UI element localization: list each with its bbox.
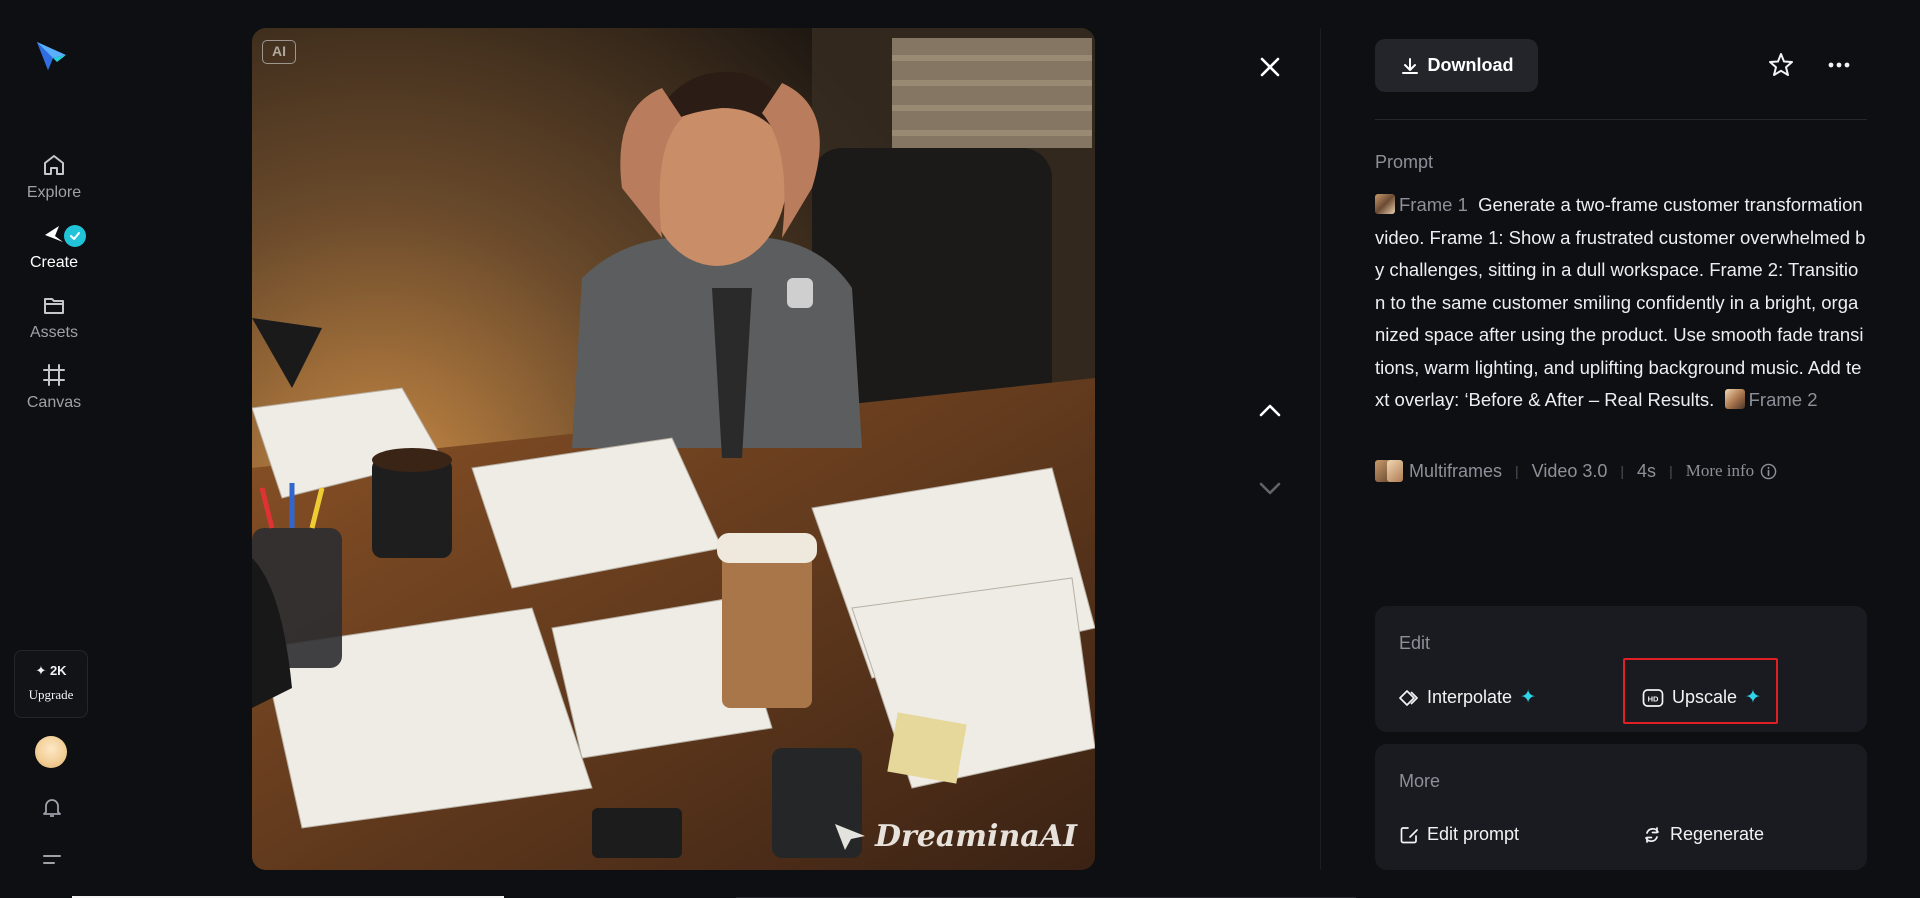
download-icon bbox=[1401, 57, 1418, 74]
chevron-down-icon[interactable] bbox=[1257, 478, 1283, 500]
prompt-title: Prompt bbox=[1375, 152, 1434, 172]
left-sidebar: Explore Create Assets Canvas ✦ 2K Upgrad… bbox=[0, 0, 104, 898]
frame-2-thumbnail bbox=[1724, 389, 1745, 409]
info-icon bbox=[1760, 463, 1777, 479]
canvas-icon bbox=[41, 362, 67, 388]
avatar[interactable] bbox=[35, 736, 67, 768]
sparkle-icon: ✦ bbox=[1520, 687, 1536, 708]
edit-prompt-label: Edit prompt bbox=[1427, 824, 1520, 844]
app-root: Explore Create Assets Canvas ✦ 2K Upgrad… bbox=[0, 0, 1920, 898]
watermark-text: DreaminaAI bbox=[874, 819, 1077, 854]
nav-item-explore[interactable]: Explore bbox=[14, 152, 94, 202]
credits-count: ✦ 2K bbox=[35, 663, 67, 678]
more-info-label: More info bbox=[1685, 461, 1755, 480]
nav-label-explore: Explore bbox=[26, 184, 82, 201]
download-button[interactable]: Download bbox=[1375, 39, 1538, 92]
meta-separator: | bbox=[1515, 463, 1519, 479]
upgrade-card[interactable]: ✦ 2K Upgrade bbox=[14, 650, 88, 718]
upgrade-label: Upgrade bbox=[28, 687, 74, 702]
generated-image[interactable]: AI DreaminaAI bbox=[252, 28, 1095, 870]
dreamina-watermark-icon bbox=[834, 823, 865, 850]
regenerate-button[interactable]: Regenerate bbox=[1642, 824, 1764, 845]
ai-badge: AI bbox=[262, 40, 296, 64]
watermark: DreaminaAI bbox=[833, 819, 1077, 854]
folder-icon bbox=[41, 292, 67, 318]
home-icon bbox=[41, 152, 67, 178]
frame-1-chip[interactable]: Frame 1 bbox=[1375, 194, 1468, 215]
multiframes-thumbnail bbox=[1375, 460, 1403, 482]
chevron-up-icon[interactable] bbox=[1257, 399, 1283, 421]
nav-item-canvas[interactable]: Canvas bbox=[14, 362, 94, 412]
star-icon[interactable] bbox=[1767, 51, 1795, 79]
edit-prompt-button[interactable]: Edit prompt bbox=[1399, 824, 1519, 845]
edit-card: Edit Interpolate ✦ HD Upscale ✦ bbox=[1375, 606, 1867, 732]
panel-divider bbox=[1320, 28, 1321, 870]
nav-label-create: Create bbox=[29, 254, 79, 271]
close-icon[interactable] bbox=[1255, 52, 1285, 82]
download-label: Download bbox=[1427, 55, 1514, 75]
nav-item-assets[interactable]: Assets bbox=[14, 292, 94, 342]
more-options-icon[interactable] bbox=[1825, 51, 1853, 79]
meta-mode: Multiframes bbox=[1409, 460, 1503, 481]
nav-label-canvas: Canvas bbox=[26, 394, 82, 411]
frame-1-thumbnail bbox=[1375, 194, 1395, 214]
generation-meta: Multiframes | Video 3.0 | 4s | More info bbox=[1375, 460, 1777, 482]
interpolate-label: Interpolate bbox=[1427, 687, 1513, 707]
frame-2-chip[interactable]: Frame 2 bbox=[1724, 389, 1818, 410]
regenerate-label: Regenerate bbox=[1670, 824, 1765, 844]
prompt-text: Frame 1 Generate a two-frame customer tr… bbox=[1375, 189, 1867, 417]
header-divider bbox=[1375, 119, 1867, 120]
more-info-link[interactable]: More info bbox=[1686, 461, 1777, 481]
prompt-body: Generate a two-frame customer transforma… bbox=[1375, 194, 1866, 410]
meta-duration: 4s bbox=[1637, 460, 1657, 481]
meta-model: Video 3.0 bbox=[1531, 460, 1608, 481]
check-badge-icon bbox=[64, 225, 86, 247]
more-card-title: More bbox=[1399, 771, 1441, 791]
more-card: More Edit prompt Regenerate bbox=[1375, 744, 1867, 870]
generated-image-illustration bbox=[252, 28, 1095, 870]
menu-icon[interactable] bbox=[42, 851, 62, 869]
bell-icon[interactable] bbox=[40, 795, 64, 819]
edit-icon bbox=[1400, 826, 1418, 843]
meta-separator: | bbox=[1620, 463, 1625, 479]
interpolate-icon bbox=[1399, 689, 1418, 706]
regenerate-icon bbox=[1645, 826, 1659, 843]
edit-card-title: Edit bbox=[1399, 633, 1431, 653]
upscale-highlight-box bbox=[1623, 658, 1778, 724]
interpolate-button[interactable]: Interpolate ✦ bbox=[1399, 686, 1536, 709]
detail-panel: Download Prompt Frame 1 Generate a two-f… bbox=[1375, 0, 1867, 898]
frame-2-label: Frame 2 bbox=[1748, 389, 1818, 410]
frame-1-label: Frame 1 bbox=[1399, 194, 1468, 215]
meta-separator: | bbox=[1669, 463, 1673, 479]
dreamina-logo-icon[interactable] bbox=[33, 38, 69, 74]
nav-label-assets: Assets bbox=[29, 324, 78, 341]
nav-item-create[interactable]: Create bbox=[14, 222, 94, 272]
